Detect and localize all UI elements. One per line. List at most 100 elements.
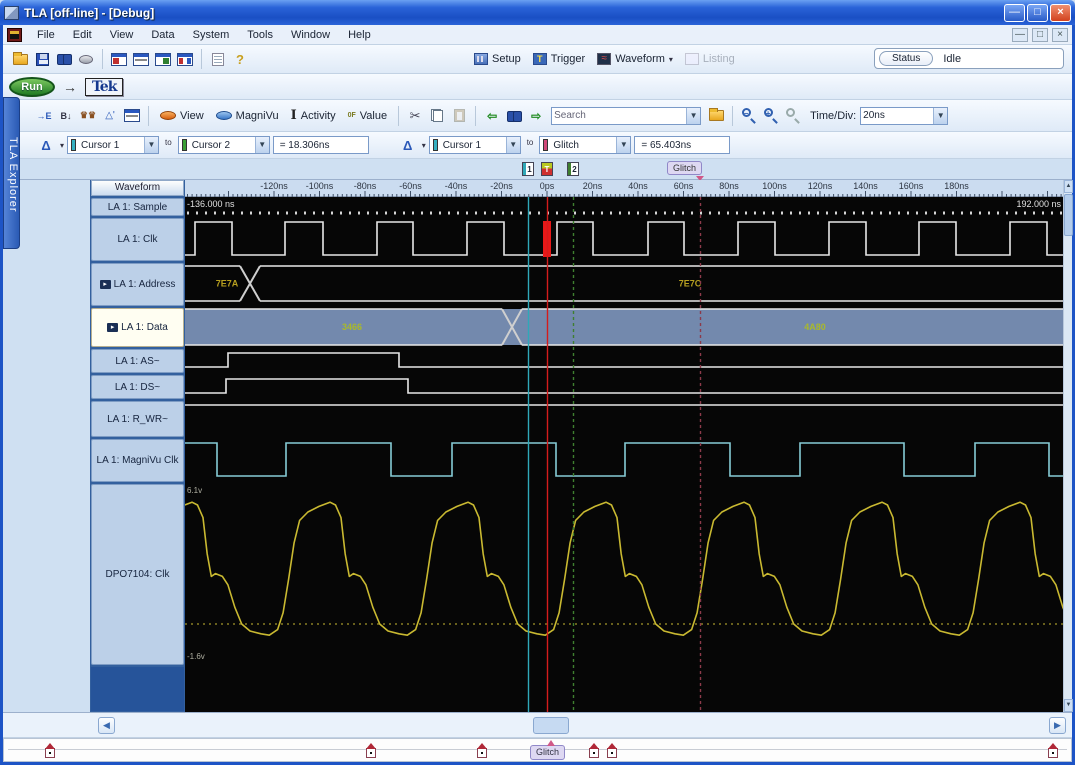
waveform-row-label[interactable]: LA 1: Clk — [91, 218, 184, 261]
to-cursor-combo[interactable]: Glitch ▼ — [539, 136, 632, 154]
waveform-row-label[interactable]: DPO7104: Clk — [91, 484, 184, 665]
zoom-out-button[interactable]: − — [738, 105, 760, 127]
copy-button[interactable] — [426, 105, 448, 127]
waveform-row-label[interactable]: LA 1: R_WR~ — [91, 401, 184, 437]
from-cursor-combo-dropdown-arrow[interactable]: ▼ — [505, 137, 520, 153]
waveform-button[interactable]: ≈ Waveform ▾ — [591, 51, 679, 67]
glitch-marker-tag[interactable]: Glitch — [667, 161, 703, 175]
save-search-button[interactable] — [705, 105, 727, 127]
search-combo[interactable]: Search ▼ — [551, 106, 702, 125]
vertical-scroll-thumb[interactable] — [1064, 194, 1073, 236]
zoom-in-button[interactable]: + — [760, 105, 782, 127]
vertical-scrollbar[interactable]: ▲ ▼ — [1063, 180, 1073, 712]
horizontal-scroll-thumb[interactable] — [533, 717, 569, 734]
scroll-right-arrow[interactable]: ▶ — [1049, 717, 1066, 734]
mdi-minimize-button[interactable]: — — [1012, 27, 1028, 42]
waveform-dropdown-arrow[interactable]: ▾ — [669, 55, 673, 64]
expand-icon[interactable]: ▸ — [99, 280, 111, 289]
waveform-row-label[interactable]: LA 1: Sample — [91, 198, 184, 216]
bottom-marker[interactable] — [45, 743, 55, 758]
horizontal-scrollbar[interactable]: ◀ ▶ — [3, 712, 1072, 738]
bottom-marker[interactable] — [607, 743, 617, 758]
tla-explorer-tab[interactable]: TLA Explorer — [3, 97, 20, 249]
mdi-close-button[interactable]: × — [1052, 27, 1068, 42]
waveform-background[interactable] — [185, 197, 1063, 712]
delta-time-button[interactable]: Δ — [397, 134, 419, 156]
status-button[interactable]: Status — [879, 51, 934, 66]
window-properties-button[interactable] — [121, 105, 143, 127]
bottom-marker[interactable] — [477, 743, 487, 758]
waveform-row-label[interactable]: LA 1: DS~ — [91, 375, 184, 399]
menu-view[interactable]: View — [101, 27, 143, 43]
time-div-combo[interactable]: 20ns ▼ — [860, 106, 949, 125]
menu-edit[interactable]: Edit — [64, 27, 101, 43]
minimize-button[interactable]: — — [1004, 3, 1025, 22]
glitch-tool-button[interactable]: △' — [99, 105, 121, 127]
search-next-button[interactable]: ⇨ — [525, 105, 547, 127]
from-cursor-combo[interactable]: Cursor 1 ▼ — [67, 136, 160, 154]
bottom-marker[interactable] — [589, 743, 599, 758]
find-button-2[interactable] — [503, 105, 525, 127]
value-button[interactable]: 0F Value — [342, 108, 394, 124]
search-input[interactable]: Search — [552, 110, 686, 121]
trigger-button[interactable]: T Trigger — [527, 51, 591, 67]
scroll-down-arrow[interactable]: ▼ — [1064, 699, 1073, 712]
bottom-glitch-tag[interactable]: Glitch — [530, 740, 566, 760]
search-tools-button[interactable]: ♛♛ — [77, 105, 99, 127]
close-button[interactable]: × — [1050, 3, 1071, 22]
title-bar[interactable]: TLA [off-line] - [Debug] — □ × — [0, 0, 1075, 25]
menu-window[interactable]: Window — [282, 27, 339, 43]
cut-button[interactable]: ✂ — [404, 105, 426, 127]
expand-icon[interactable]: ▸ — [107, 323, 119, 332]
save-button[interactable] — [31, 48, 53, 70]
cursor-marker-1[interactable]: 1 — [522, 162, 534, 176]
delta-dropdown-arrow[interactable]: ▾ — [60, 141, 64, 150]
cursor-marker-2[interactable]: 2 — [567, 162, 579, 176]
find-button[interactable] — [53, 48, 75, 70]
properties-button[interactable] — [207, 48, 229, 70]
time-div-dropdown-arrow[interactable]: ▼ — [933, 107, 948, 124]
to-cursor-combo-dropdown-arrow[interactable]: ▼ — [254, 137, 269, 153]
listing-window-button[interactable] — [130, 48, 152, 70]
waveform-row-label[interactable]: ▸ LA 1: Address — [91, 263, 184, 306]
scroll-left-arrow[interactable]: ◀ — [98, 717, 115, 734]
add-waveform-button[interactable]: →E — [33, 105, 55, 127]
waveform-row-label[interactable]: ▸ LA 1: Data — [91, 308, 184, 347]
open-file-button[interactable] — [9, 48, 31, 70]
to-cursor-combo-dropdown-arrow[interactable]: ▼ — [616, 137, 631, 153]
setup-button[interactable]: Setup — [468, 51, 527, 67]
menu-help[interactable]: Help — [339, 27, 380, 43]
menu-tools[interactable]: Tools — [238, 27, 282, 43]
mixed-window-button[interactable] — [174, 48, 196, 70]
delta-time-button[interactable]: Δ — [35, 134, 57, 156]
pointer-mode-button[interactable] — [75, 48, 97, 70]
menu-file[interactable]: File — [28, 27, 64, 43]
paste-button[interactable] — [448, 105, 470, 127]
magnivu-button[interactable]: MagniVu — [210, 108, 285, 124]
from-cursor-combo[interactable]: Cursor 1 ▼ — [428, 136, 521, 154]
document-icon[interactable] — [7, 27, 22, 42]
group-signals-button[interactable]: B↓ — [55, 105, 77, 127]
mdi-restore-button[interactable]: □ — [1032, 27, 1048, 42]
help-button[interactable]: ? — [229, 48, 251, 70]
trigger-marker[interactable]: T — [541, 162, 553, 176]
menu-data[interactable]: Data — [142, 27, 183, 43]
delta-dropdown-arrow[interactable]: ▾ — [422, 141, 426, 150]
setup-window-button[interactable] — [108, 48, 130, 70]
bottom-marker[interactable] — [366, 743, 376, 758]
scroll-up-arrow[interactable]: ▲ — [1064, 180, 1073, 193]
zoom-box-button[interactable] — [782, 105, 804, 127]
search-previous-button[interactable]: ⇦ — [481, 105, 503, 127]
waveform-row-label[interactable]: LA 1: AS~ — [91, 349, 184, 373]
run-button[interactable]: Run — [9, 76, 55, 97]
search-dropdown-arrow[interactable]: ▼ — [686, 107, 701, 124]
restore-button[interactable]: □ — [1027, 3, 1048, 22]
activity-button[interactable]: I Activity — [285, 106, 342, 125]
view-button[interactable]: View — [154, 108, 210, 124]
from-cursor-combo-dropdown-arrow[interactable]: ▼ — [144, 137, 159, 153]
bottom-marker[interactable] — [1048, 743, 1058, 758]
waveform-canvas[interactable]: -120ns -100ns -80ns -60ns -40ns -20ns 0ps 20ns 4… — [185, 180, 1063, 712]
to-cursor-combo[interactable]: Cursor 2 ▼ — [177, 136, 270, 154]
waveform-column-header[interactable]: Waveform — [91, 180, 184, 196]
waveform-window-button[interactable] — [152, 48, 174, 70]
